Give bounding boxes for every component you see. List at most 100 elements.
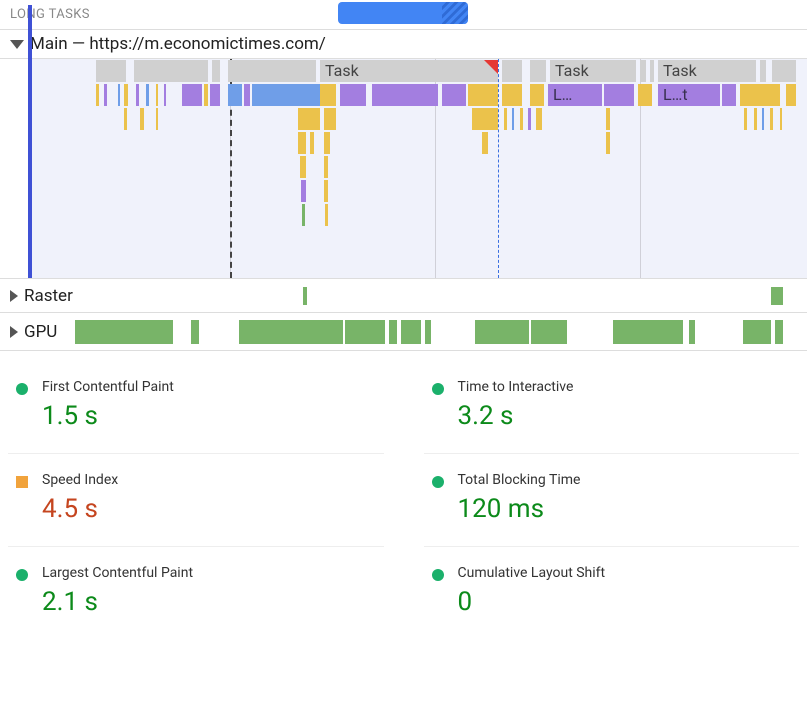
task-chip[interactable] — [212, 60, 220, 82]
raster-chip[interactable] — [771, 287, 783, 305]
flame-chip[interactable] — [228, 84, 242, 106]
flame-chip[interactable] — [604, 84, 634, 106]
long-task-bar[interactable] — [338, 2, 468, 24]
flame-chip[interactable] — [472, 108, 498, 130]
flame-chip[interactable] — [530, 84, 544, 106]
flame-chip[interactable] — [780, 108, 782, 130]
flame-chip[interactable] — [502, 84, 522, 106]
flame-chip[interactable]: L… — [548, 84, 602, 106]
task-chip[interactable] — [502, 60, 522, 82]
gpu-chip[interactable] — [345, 320, 385, 344]
status-dot-icon — [432, 569, 444, 581]
main-track-header[interactable]: Main — https://m.economictimes.com/ — [0, 30, 807, 59]
flame-chip[interactable] — [320, 84, 336, 106]
task-chip[interactable] — [96, 60, 126, 82]
gpu-chip[interactable] — [425, 320, 431, 344]
raster-track-header[interactable]: Raster — [0, 279, 807, 313]
flame-chip[interactable] — [124, 84, 128, 106]
flame-chip[interactable] — [118, 84, 120, 106]
task-chip[interactable] — [640, 60, 646, 82]
flame-chip[interactable] — [324, 156, 328, 178]
flame-chip[interactable] — [722, 84, 736, 106]
task-chip[interactable] — [650, 60, 654, 82]
gpu-chip[interactable] — [401, 320, 421, 344]
flame-chip[interactable] — [512, 108, 514, 130]
flame-chip[interactable] — [762, 108, 764, 130]
gpu-chip[interactable] — [75, 320, 173, 344]
chevron-down-icon[interactable] — [10, 40, 24, 49]
gpu-track-header[interactable]: GPU — [0, 313, 807, 351]
flame-chip[interactable] — [156, 108, 158, 130]
flame-chip[interactable] — [504, 108, 507, 130]
flame-chip[interactable] — [606, 132, 610, 154]
gpu-chip[interactable] — [531, 320, 567, 344]
flame-chip[interactable] — [442, 84, 466, 106]
metric-total-blocking-time[interactable]: Total Blocking Time 120 ms — [424, 454, 800, 547]
flame-chip[interactable] — [210, 84, 220, 106]
flame-chip[interactable] — [786, 84, 796, 106]
status-dot-icon — [432, 383, 444, 395]
task-chip[interactable] — [760, 60, 766, 82]
task-chip[interactable] — [134, 60, 208, 82]
flame-chip[interactable] — [482, 132, 488, 154]
metric-time-to-interactive[interactable]: Time to Interactive 3.2 s — [424, 361, 800, 454]
flame-chip[interactable] — [770, 108, 773, 130]
gpu-chip[interactable] — [475, 320, 529, 344]
flame-chip[interactable] — [324, 132, 330, 154]
flame-chip[interactable] — [744, 108, 747, 130]
gpu-chip[interactable] — [689, 320, 695, 344]
flame-chip[interactable] — [372, 84, 438, 106]
flame-chip[interactable] — [104, 84, 107, 106]
flame-chip[interactable] — [638, 84, 652, 106]
gpu-chip[interactable] — [613, 320, 683, 344]
flame-chip[interactable] — [204, 84, 208, 106]
flame-chip[interactable] — [164, 84, 166, 106]
flame-chip[interactable] — [298, 108, 320, 130]
chevron-right-icon[interactable] — [10, 326, 18, 338]
metric-speed-index[interactable]: Speed Index 4.5 s — [8, 454, 384, 547]
flame-chip[interactable] — [606, 108, 610, 130]
flame-chip[interactable] — [324, 108, 336, 130]
flame-chip[interactable] — [468, 84, 498, 106]
task-chip[interactable] — [772, 60, 796, 82]
flame-chip[interactable] — [182, 84, 202, 106]
flame-chart[interactable]: Task Task Task L… L…t — [0, 59, 807, 279]
gpu-chip[interactable] — [191, 320, 199, 344]
raster-chip[interactable] — [303, 287, 307, 305]
metric-cumulative-layout-shift[interactable]: Cumulative Layout Shift 0 — [424, 547, 800, 639]
task-chip[interactable]: Task — [320, 60, 498, 82]
flame-chip[interactable] — [136, 84, 139, 106]
metric-first-contentful-paint[interactable]: First Contentful Paint 1.5 s — [8, 361, 384, 454]
flame-chip[interactable] — [340, 84, 366, 106]
flame-chip[interactable] — [740, 84, 780, 106]
gpu-chip[interactable] — [239, 320, 343, 344]
task-chip[interactable] — [530, 60, 546, 82]
gpu-chip[interactable] — [389, 320, 397, 344]
flame-chip[interactable] — [528, 108, 531, 130]
flame-chip[interactable] — [300, 156, 306, 178]
flame-chip[interactable] — [298, 132, 306, 154]
gpu-chip[interactable] — [743, 320, 771, 344]
flame-chip[interactable] — [302, 204, 305, 226]
chevron-right-icon[interactable] — [10, 290, 18, 302]
flame-chip[interactable] — [520, 108, 523, 130]
flame-chip[interactable] — [536, 108, 542, 130]
gpu-chip[interactable] — [775, 320, 783, 344]
flame-chip[interactable] — [325, 204, 328, 226]
flame-chip[interactable]: L…t — [658, 84, 720, 106]
flame-chip[interactable] — [146, 84, 149, 106]
flame-chip[interactable] — [156, 84, 158, 106]
flame-chip[interactable] — [324, 180, 328, 202]
task-chip[interactable]: Task — [550, 60, 636, 82]
task-chip[interactable]: Task — [658, 60, 756, 82]
metric-largest-contentful-paint[interactable]: Largest Contentful Paint 2.1 s — [8, 547, 384, 639]
flame-chip[interactable] — [140, 108, 144, 130]
flame-chip[interactable] — [96, 84, 99, 106]
flame-chip[interactable] — [252, 84, 320, 106]
flame-chip[interactable] — [310, 132, 314, 154]
flame-chip[interactable] — [754, 108, 757, 130]
flame-chip[interactable] — [244, 84, 250, 106]
task-chip[interactable] — [228, 60, 316, 82]
flame-chip[interactable] — [124, 108, 127, 130]
flame-chip[interactable] — [301, 180, 306, 202]
